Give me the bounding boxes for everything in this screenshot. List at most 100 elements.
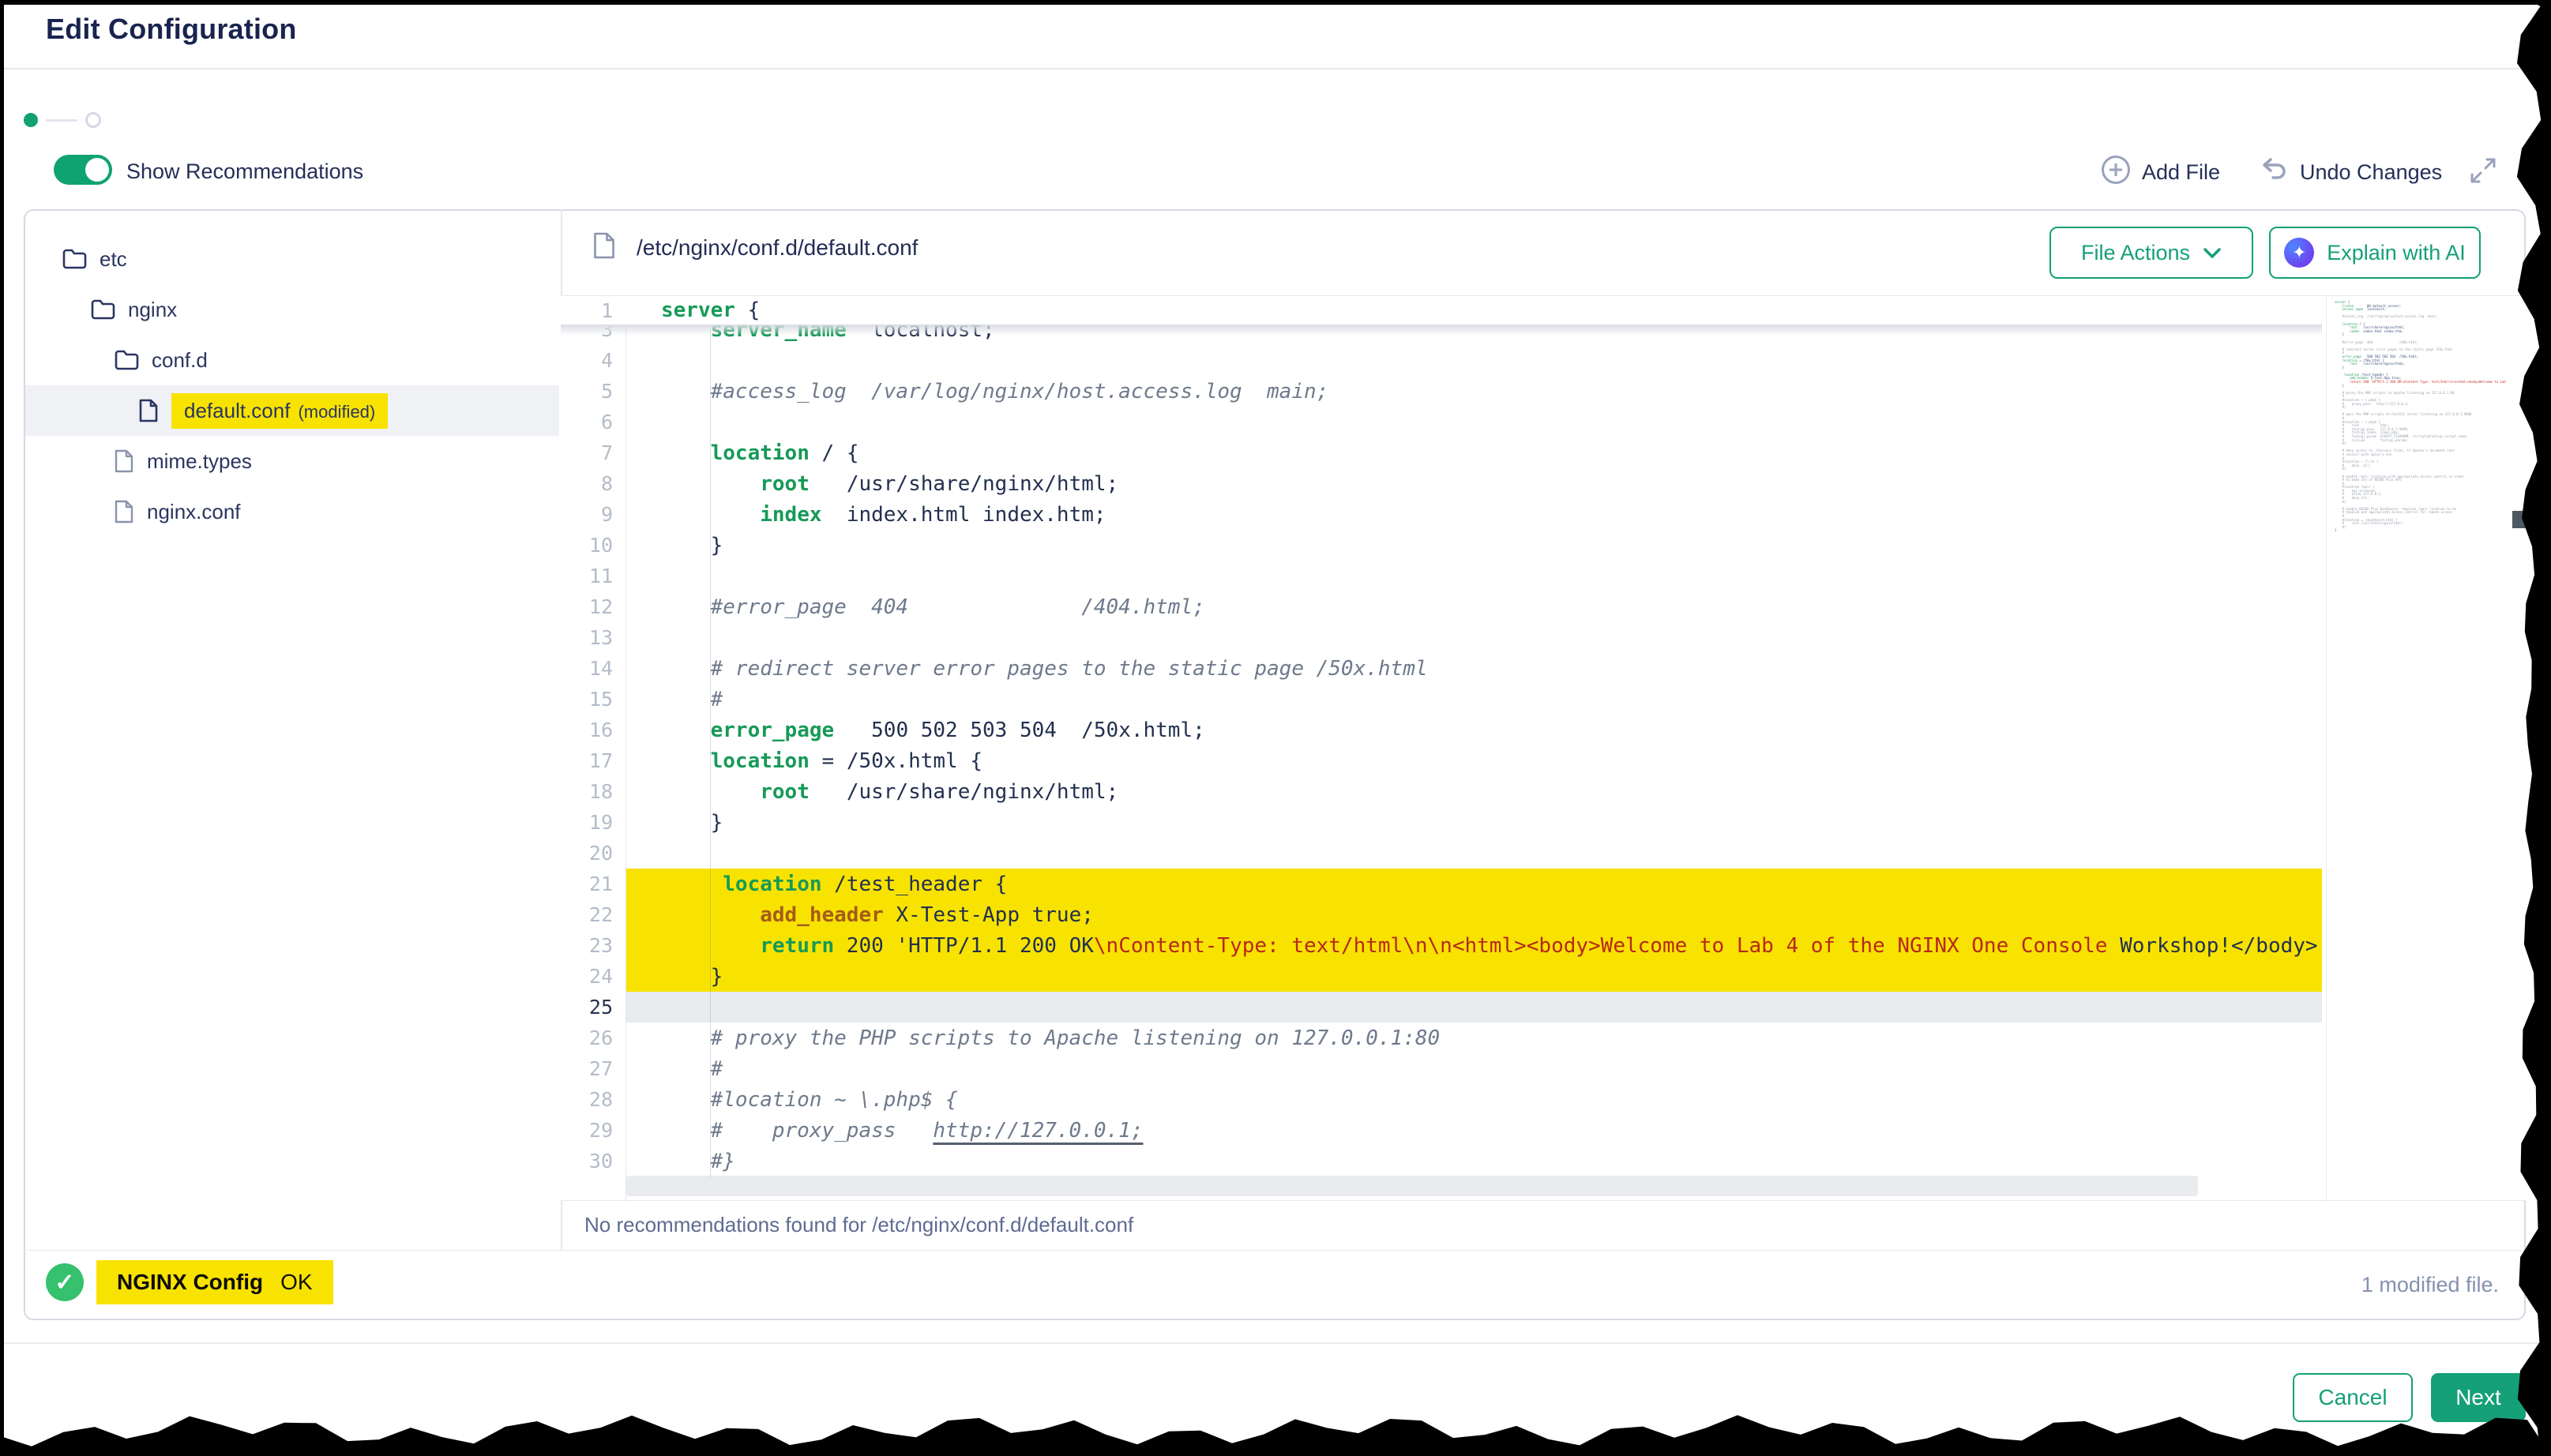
nginx-config-status-badge: NGINX Config OK	[96, 1260, 333, 1304]
code-line[interactable]: 30 #}	[561, 1146, 2322, 1176]
file-actions-label: File Actions	[2081, 241, 2190, 265]
code-line[interactable]: 26 # proxy the PHP scripts to Apache lis…	[561, 1023, 2322, 1053]
line-text: add_header X-Test-App true;	[626, 903, 1094, 927]
tree-item-default-conf[interactable]: default.conf (modified)	[25, 385, 559, 436]
torn-edge-top	[0, 0, 2551, 5]
line-number: 6	[561, 411, 626, 433]
line-number: 13	[561, 626, 626, 649]
line-number: 30	[561, 1150, 626, 1173]
modified-files-count: 1 modified file.	[2361, 1273, 2499, 1297]
code-line[interactable]: 23 return 200 'HTTP/1.1 200 OK\nContent-…	[561, 930, 2322, 961]
file-actions-button[interactable]: File Actions	[2049, 227, 2253, 279]
tree-label: etc	[100, 247, 127, 272]
minimap[interactable]: server { listen 80 default_server; serve…	[2326, 296, 2508, 1200]
tree-item-nginx-conf[interactable]: nginx.conf	[25, 486, 559, 537]
code-line[interactable]: 10 }	[561, 530, 2322, 561]
minimap-line: return 200 'HTTP/1.1 200 OK\nContent-Typ…	[2335, 381, 2508, 385]
code-line[interactable]: 15 #	[561, 684, 2322, 715]
show-recommendations-toggle[interactable]	[54, 155, 112, 185]
code-line[interactable]: 5 #access_log /var/log/nginx/host.access…	[561, 376, 2322, 407]
indent-guide	[710, 317, 711, 1177]
tree-label: default.conf	[184, 399, 290, 423]
next-button[interactable]: Next	[2431, 1373, 2526, 1422]
code-line[interactable]: 9 index index.html index.htm;	[561, 499, 2322, 530]
code-line[interactable]: 14 # redirect server error pages to the …	[561, 653, 2322, 684]
code-line[interactable]: 16 error_page 500 502 503 504 /50x.html;	[561, 715, 2322, 745]
line-text: # proxy_pass http://127.0.0.1;	[626, 1119, 1143, 1143]
tree-item-conf-d[interactable]: conf.d	[25, 335, 559, 385]
tree-item-mime-types[interactable]: mime.types	[25, 436, 559, 486]
file-path: /etc/nginx/conf.d/default.conf	[637, 235, 918, 261]
code-line[interactable]: 6	[561, 407, 2322, 437]
line-number: 22	[561, 903, 626, 926]
vertical-scrollbar[interactable]	[2512, 296, 2531, 1200]
add-file-label: Add File	[2142, 160, 2220, 185]
line-text: #access_log /var/log/nginx/host.access.l…	[626, 380, 1328, 403]
explain-with-ai-button[interactable]: ✦ Explain with AI	[2269, 227, 2481, 279]
tree-item-etc[interactable]: etc	[25, 234, 559, 284]
line-number: 8	[561, 472, 626, 495]
file-icon	[138, 398, 159, 423]
line-number: 7	[561, 441, 626, 464]
code-line[interactable]: 4	[561, 345, 2322, 376]
stepper-step-2[interactable]	[85, 112, 101, 128]
line-number: 19	[561, 811, 626, 834]
line-text: root /usr/share/nginx/html;	[626, 780, 1118, 804]
code-line[interactable]: 12 #error_page 404 /404.html;	[561, 591, 2322, 622]
code-line[interactable]: 7 location / {	[561, 437, 2322, 468]
line-number: 12	[561, 595, 626, 618]
line-number: 18	[561, 780, 626, 803]
line-text: #error_page 404 /404.html;	[626, 595, 1205, 619]
sticky-shadow	[561, 325, 2322, 336]
line-text: root /usr/share/nginx/html;	[626, 472, 1118, 496]
line-text: # redirect server error pages to the sta…	[626, 657, 1428, 681]
file-icon	[592, 231, 616, 265]
add-file-button[interactable]: Add File	[2101, 155, 2220, 190]
stepper-connector	[46, 119, 77, 122]
chevron-down-icon	[2203, 241, 2222, 265]
code-line[interactable]: 22 add_header X-Test-App true;	[561, 899, 2322, 930]
file-icon	[114, 448, 134, 474]
file-icon	[114, 499, 134, 524]
line-number: 15	[561, 688, 626, 711]
undo-changes-label: Undo Changes	[2300, 160, 2442, 185]
minimap-line: }	[2335, 529, 2508, 533]
code-line[interactable]: 29 # proxy_pass http://127.0.0.1;	[561, 1115, 2322, 1146]
tree-label: nginx	[128, 298, 177, 322]
stepper	[24, 112, 101, 128]
code-line[interactable]: 1server {	[561, 296, 760, 326]
code-line[interactable]: 13	[561, 622, 2322, 653]
horizontal-scrollbar[interactable]	[626, 1176, 2198, 1196]
code-line[interactable]: 20	[561, 838, 2322, 869]
code-line[interactable]: 19 }	[561, 807, 2322, 838]
line-number: 11	[561, 565, 626, 587]
page-title: Edit Configuration	[46, 13, 297, 46]
folder-icon	[90, 298, 115, 321]
tree-item-nginx[interactable]: nginx	[25, 284, 559, 335]
modified-file-highlight: default.conf (modified)	[171, 393, 388, 429]
footer-divider	[0, 1342, 2551, 1344]
line-number: 28	[561, 1088, 626, 1111]
code-line[interactable]: 24 }	[561, 961, 2322, 992]
cancel-button[interactable]: Cancel	[2293, 1373, 2413, 1422]
scrollbar-thumb[interactable]	[2512, 511, 2530, 528]
line-text: return 200 'HTTP/1.1 200 OK\nContent-Typ…	[626, 934, 2318, 958]
code-line[interactable]: 11	[561, 561, 2322, 591]
code-editor[interactable]: 3 server_name localhost;45 #access_log /…	[561, 296, 2531, 1200]
stepper-step-1[interactable]	[24, 113, 38, 127]
expand-icon[interactable]	[2469, 156, 2497, 189]
tree-label: mime.types	[147, 449, 252, 474]
line-text: location = /50x.html {	[626, 749, 982, 773]
code-line[interactable]: 18 root /usr/share/nginx/html;	[561, 776, 2322, 807]
code-line[interactable]: 25	[561, 992, 2322, 1023]
code-line[interactable]: 27 #	[561, 1053, 2322, 1084]
undo-changes-button[interactable]: Undo Changes	[2259, 155, 2442, 190]
ai-sparkle-icon: ✦	[2284, 238, 2314, 268]
code-line[interactable]: 28 #location ~ \.php$ {	[561, 1084, 2322, 1115]
config-ok-check-icon: ✓	[46, 1263, 84, 1301]
code-line[interactable]: 17 location = /50x.html {	[561, 745, 2322, 776]
code-line[interactable]: 21 location /test_header {	[561, 869, 2322, 899]
code-line[interactable]: 8 root /usr/share/nginx/html;	[561, 468, 2322, 499]
line-text: location /test_header {	[626, 872, 1007, 896]
line-text: location / {	[626, 441, 858, 465]
